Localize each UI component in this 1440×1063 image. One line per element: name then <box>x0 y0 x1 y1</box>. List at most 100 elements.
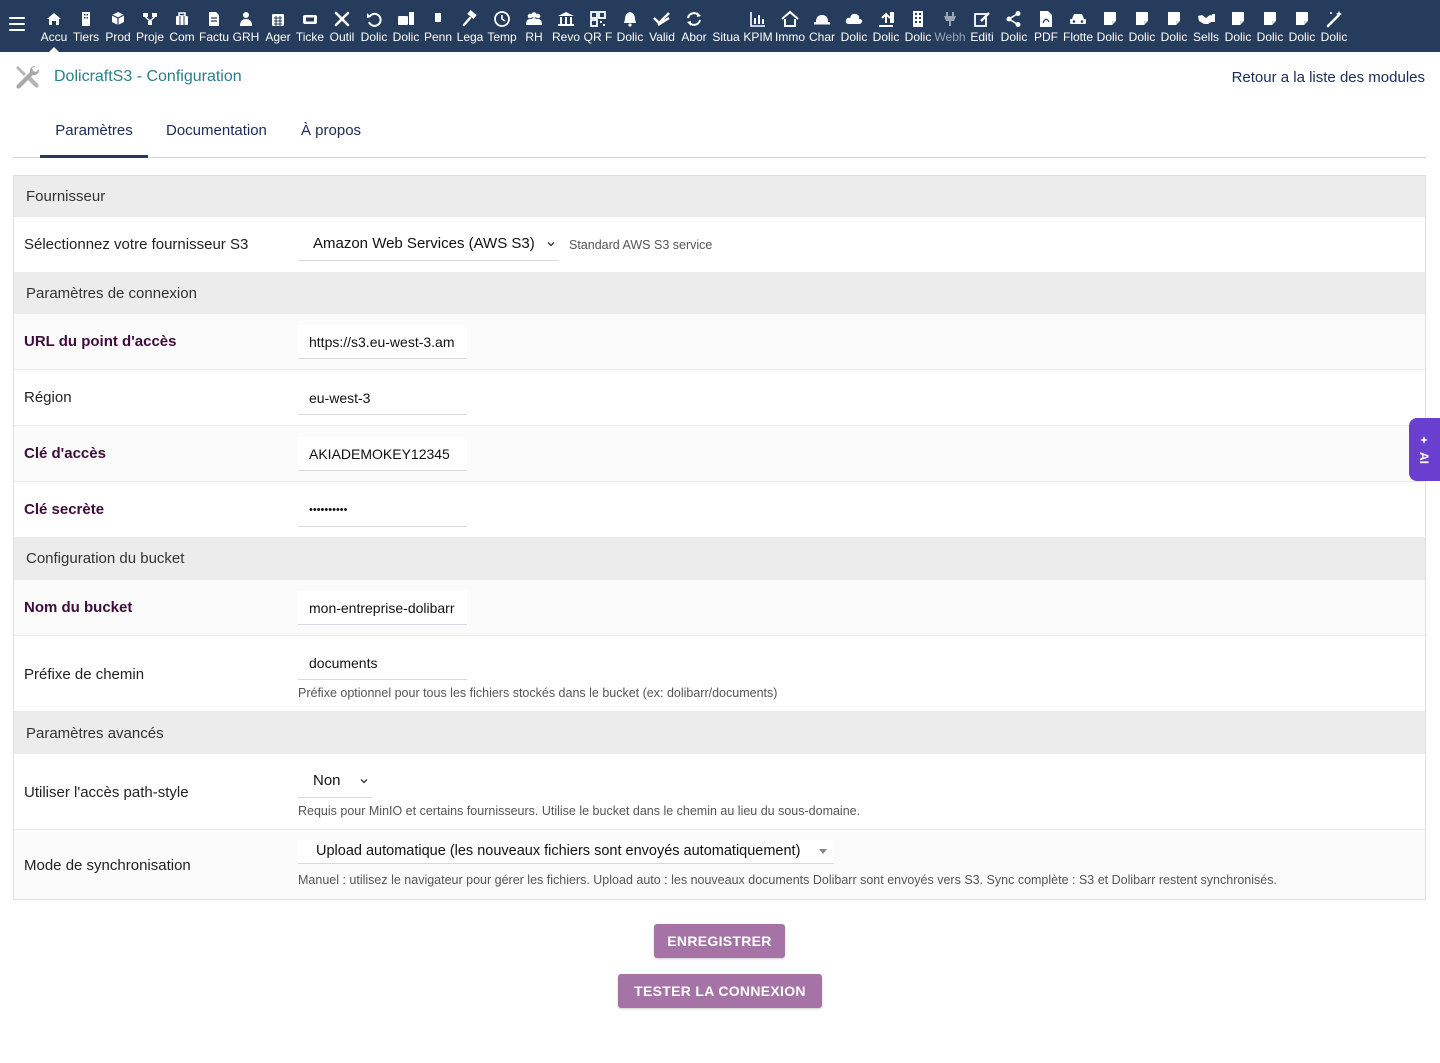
cloud-icon <box>838 10 870 28</box>
menu-item-2[interactable]: Tiers <box>70 0 102 52</box>
menu-item-label: Dolic <box>616 30 644 44</box>
menu-item-24[interactable]: Immo <box>774 0 806 52</box>
menu-item-label: Flotte <box>1062 30 1093 44</box>
form-row-provider: Sélectionnez votre fournisseur S3 Amazon… <box>14 217 1425 273</box>
test-connection-button[interactable]: TESTER LA CONNEXION <box>618 974 822 1008</box>
menu-item-26[interactable]: Dolic <box>838 0 870 52</box>
menu-item-27[interactable]: Dolic <box>870 0 902 52</box>
menu-item-label: Abor <box>681 30 707 44</box>
home-icon <box>38 10 70 28</box>
menu-item-label: PDF <box>1034 30 1058 44</box>
menu-item-23[interactable]: KPIM <box>742 0 774 52</box>
menu-item-29[interactable]: Webh <box>934 0 966 52</box>
sync-mode-select[interactable]: Upload automatique (les nouveaux fichier… <box>298 840 834 864</box>
menu-item-20[interactable]: Valid <box>646 0 678 52</box>
menu-item-label: Dolic <box>392 30 420 44</box>
tab-a-propos[interactable]: À propos <box>301 106 361 158</box>
menu-item-18[interactable]: QR F <box>582 0 614 52</box>
form-row-bucket: Nom du bucket mon-entreprise-dolibarr <box>14 580 1425 636</box>
note-icon <box>1254 10 1286 28</box>
tools-icon <box>326 10 358 28</box>
sync-mode-label: Mode de synchronisation <box>24 857 191 874</box>
menu-item-label: Lega <box>456 30 484 44</box>
chevron-down-icon <box>360 779 368 784</box>
menu-item-label: Dolic <box>1128 30 1156 44</box>
tab-parametres[interactable]: Paramètres <box>40 106 148 158</box>
calendar-icon <box>262 10 294 28</box>
menu-item-40[interactable]: Dolic <box>1286 0 1318 52</box>
menu-item-8[interactable]: Ager <box>262 0 294 52</box>
menu-item-33[interactable]: Flotte <box>1062 0 1094 52</box>
menu-item-5[interactable]: Com <box>166 0 198 52</box>
hamburger-icon[interactable] <box>9 17 25 31</box>
sync-mode-hint: Manuel : utilisez le navigateur pour gér… <box>298 873 1277 887</box>
blank-icon <box>710 10 742 28</box>
menu-item-11[interactable]: Dolic <box>358 0 390 52</box>
menu-item-6[interactable]: Factu <box>198 0 230 52</box>
menu-item-13[interactable]: Penn <box>422 0 454 52</box>
menu-item-39[interactable]: Dolic <box>1254 0 1286 52</box>
bucket-input[interactable]: mon-entreprise-dolibarr <box>298 591 467 625</box>
endpoint-label: URL du point d'accès <box>24 333 177 350</box>
path-style-select[interactable]: Non <box>298 764 372 798</box>
menu-item-label: Dolic <box>904 30 932 44</box>
menu-item-label: Dolic <box>1256 30 1284 44</box>
menu-item-38[interactable]: Dolic <box>1222 0 1254 52</box>
menu-item-22[interactable]: Situa <box>710 0 742 52</box>
upload-icon <box>870 10 902 28</box>
form-row-endpoint: URL du point d'accès https://s3.eu-west-… <box>14 314 1425 370</box>
menu-item-30[interactable]: Editi <box>966 0 998 52</box>
tab-documentation[interactable]: Documentation <box>166 106 267 158</box>
menu-item-32[interactable]: PDF <box>1030 0 1062 52</box>
menu-item-label: RH <box>525 30 543 44</box>
prefix-input[interactable]: documents <box>298 646 467 680</box>
menu-item-25[interactable]: Char <box>806 0 838 52</box>
menu-item-21[interactable]: Abor <box>678 0 710 52</box>
access-key-input[interactable]: AKIADEMOKEY12345 <box>298 437 467 471</box>
save-button[interactable]: ENREGISTRER <box>654 924 785 958</box>
note-icon <box>1222 10 1254 28</box>
secret-key-input[interactable]: •••••••••• <box>298 493 467 527</box>
menu-item-1[interactable]: Accu <box>38 0 70 52</box>
pdf-icon <box>1030 10 1062 28</box>
menu-item-label: Accu <box>40 30 68 44</box>
back-to-modules-link[interactable]: Retour a la liste des modules <box>1232 69 1425 86</box>
path-style-label: Utiliser l'accès path-style <box>24 784 189 801</box>
menu-item-31[interactable]: Dolic <box>998 0 1030 52</box>
menu-item-10[interactable]: Outil <box>326 0 358 52</box>
menu-item-label: Prod <box>105 30 131 44</box>
menu-item-41[interactable]: Dolic <box>1318 0 1350 52</box>
menu-item-3[interactable]: Prod <box>102 0 134 52</box>
menu-item-37[interactable]: Sells <box>1190 0 1222 52</box>
menu-item-34[interactable]: Dolic <box>1094 0 1126 52</box>
menu-item-17[interactable]: Revo <box>550 0 582 52</box>
share-icon <box>998 10 1030 28</box>
section-header-provider: Fournisseur <box>14 176 1425 217</box>
menu-item-28[interactable]: Dolic <box>902 0 934 52</box>
menu-item-19[interactable]: Dolic <box>614 0 646 52</box>
commerce-icon <box>166 10 198 28</box>
menu-item-4[interactable]: Proje <box>134 0 166 52</box>
menu-item-14[interactable]: Lega <box>454 0 486 52</box>
tools-icon <box>16 65 40 89</box>
provider-hint: Standard AWS S3 service <box>569 238 713 252</box>
section-title: Configuration du bucket <box>26 550 185 567</box>
menu-item-label: Dolic <box>1224 30 1252 44</box>
menu-item-16[interactable]: RH <box>518 0 550 52</box>
menu-item-label: Factu <box>198 30 229 44</box>
section-header-bucket: Configuration du bucket <box>14 538 1425 580</box>
briefcase-icon <box>390 10 422 28</box>
menu-item-12[interactable]: Dolic <box>390 0 422 52</box>
region-label: Région <box>24 389 72 406</box>
provider-select[interactable]: Amazon Web Services (AWS S3) <box>298 227 559 261</box>
prefix-hint: Préfixe optionnel pour tous les fichiers… <box>298 686 778 700</box>
ai-assistant-tab[interactable]: AI <box>1409 418 1440 481</box>
menu-item-36[interactable]: Dolic <box>1158 0 1190 52</box>
menu-item-9[interactable]: Ticke <box>294 0 326 52</box>
form-row-access-key: Clé d'accès AKIADEMOKEY12345 <box>14 426 1425 482</box>
menu-item-7[interactable]: GRH <box>230 0 262 52</box>
region-input[interactable]: eu-west-3 <box>298 381 467 415</box>
endpoint-input[interactable]: https://s3.eu-west-3.am <box>298 325 467 359</box>
menu-item-15[interactable]: Temp <box>486 0 518 52</box>
menu-item-35[interactable]: Dolic <box>1126 0 1158 52</box>
